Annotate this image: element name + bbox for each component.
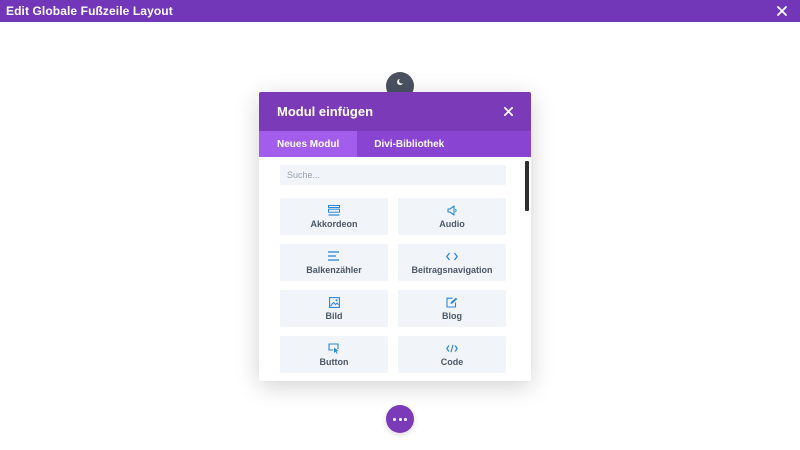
add-row-button[interactable] [386, 405, 414, 433]
modal-body: Akkordeon Audio Balkenzähler Beitragsnav… [259, 157, 531, 381]
module-label: Code [440, 357, 464, 367]
cursor-button-icon [328, 342, 340, 354]
tab-new-module[interactable]: Neues Modul [259, 131, 358, 157]
module-label: Balkenzähler [306, 265, 362, 275]
module-tile-audio[interactable]: Audio [398, 198, 506, 235]
moon-icon [397, 79, 403, 85]
speaker-icon [446, 204, 458, 216]
builder-top-bar: Edit Globale Fußzeile Layout [0, 0, 800, 22]
module-tile-bild[interactable]: Bild [280, 290, 388, 327]
modal-header: Modul einfügen [259, 92, 531, 131]
insert-module-modal: Modul einfügen Neues Modul Divi-Biblioth… [259, 92, 531, 381]
accordion-icon [328, 204, 340, 216]
search-input[interactable] [280, 165, 506, 185]
module-label: Button [319, 357, 349, 367]
code-slash-icon [446, 342, 458, 354]
module-label: Blog [442, 311, 462, 321]
module-grid: Akkordeon Audio Balkenzähler Beitragsnav… [280, 198, 506, 373]
close-icon[interactable] [501, 105, 515, 119]
module-label: Beitragsnavigation [411, 265, 493, 275]
module-label: Akkordeon [310, 219, 358, 229]
bar-counter-icon [328, 250, 340, 262]
blog-edit-icon [446, 296, 458, 308]
modal-title: Modul einfügen [277, 104, 374, 119]
module-label: Audio [439, 219, 465, 229]
modal-tabs: Neues Modul Divi-Bibliothek [259, 131, 531, 157]
module-label: Bild [325, 311, 343, 321]
module-tile-blog[interactable]: Blog [398, 290, 506, 327]
module-tile-code[interactable]: Code [398, 336, 506, 373]
module-tile-beitragsnavigation[interactable]: Beitragsnavigation [398, 244, 506, 281]
more-dots-icon [393, 417, 397, 421]
code-arrows-icon [446, 250, 458, 262]
image-icon [328, 296, 340, 308]
module-tile-balkenzaehler[interactable]: Balkenzähler [280, 244, 388, 281]
layout-title: Edit Globale Fußzeile Layout [6, 4, 173, 18]
module-tile-button[interactable]: Button [280, 336, 388, 373]
module-tile-akkordeon[interactable]: Akkordeon [280, 198, 388, 235]
scrollbar[interactable] [525, 161, 529, 211]
close-icon[interactable] [774, 3, 790, 19]
tab-divi-library[interactable]: Divi-Bibliothek [357, 131, 459, 157]
